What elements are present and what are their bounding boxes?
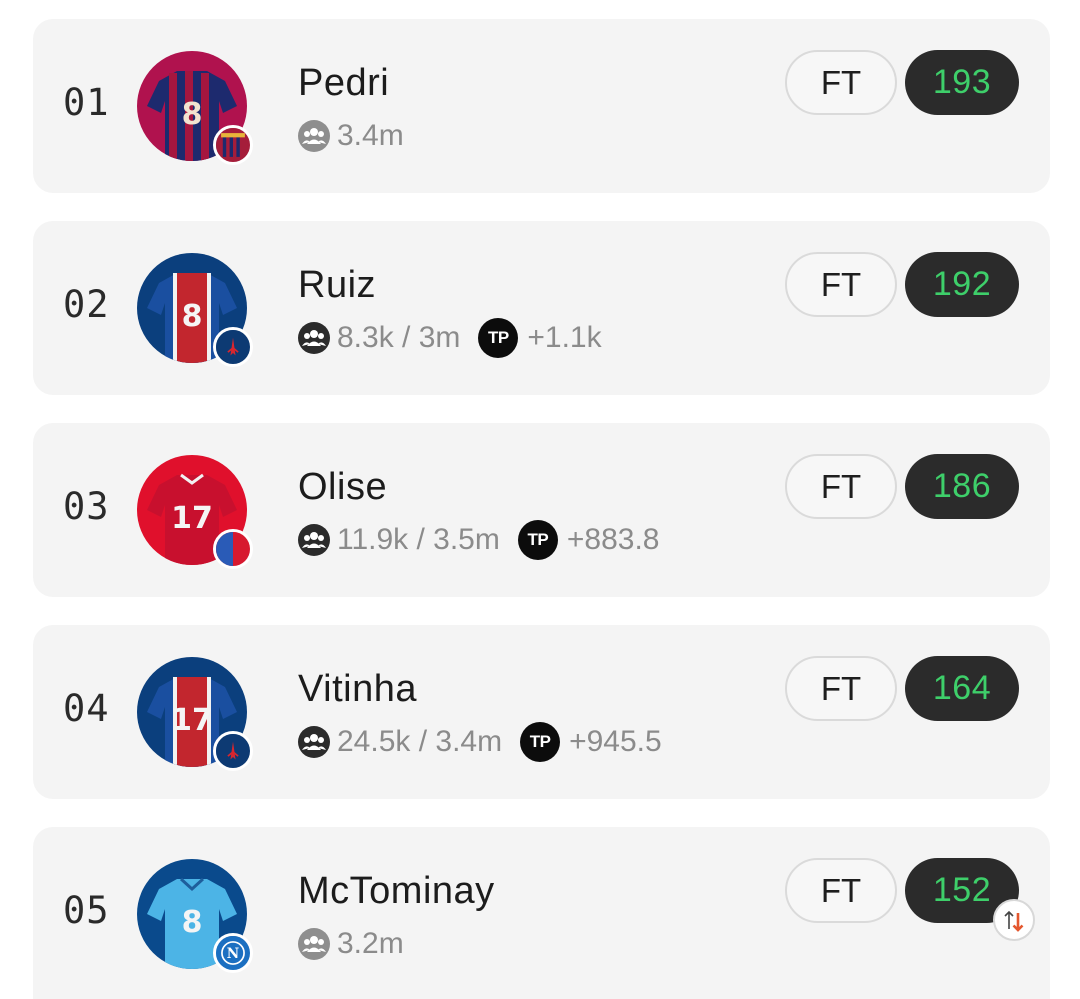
tp-badge-icon: TP [517,520,558,560]
kit-number: 17 [171,501,213,536]
player-avatar: 8 [137,51,253,165]
player-card[interactable]: 01 8 Pedri 3.4m FT 193 [33,19,1050,193]
users-icon [298,726,330,758]
player-card[interactable]: 02 8 Ruiz 8.3k / 3m TP +1.1k FT 192 [33,221,1050,395]
rank-number: 01 [63,81,110,124]
tp-value: +1.1k [527,321,602,354]
score-pill[interactable]: 192 [905,252,1019,317]
users-icon [298,120,330,152]
follower-count: 8.3k / 3m [337,321,461,354]
kit-number: 8 [182,299,203,334]
player-meta: 8.3k / 3m TP +1.1k [298,318,602,358]
player-name: Ruiz [298,264,377,306]
tp-badge-icon: TP [520,722,561,762]
kit-number: 8 [182,97,203,132]
player-name: Olise [298,466,388,508]
tp-badge-icon: TP [478,318,519,358]
tp-value: +945.5 [569,725,662,758]
follower-count: 11.9k / 3.5m [337,523,500,556]
match-status-pill[interactable]: FT [785,50,897,115]
player-name: McTominay [298,870,495,912]
kit-number: 17 [171,703,213,738]
bayern-crest-icon [213,529,253,569]
psg-crest-icon [213,327,253,367]
follower-count: 3.4m [337,119,404,152]
match-status-pill[interactable]: FT [785,454,897,519]
player-card[interactable]: 04 17 Vitinha 24.5k / 3.4m TP +945.5 FT … [33,625,1050,799]
users-icon [298,322,330,354]
napoli-crest-icon: N [213,933,253,973]
player-list: 01 8 Pedri 3.4m FT 193 02 8 Ruiz 8.3k / … [0,0,1080,999]
player-avatar: 17 [137,455,253,569]
player-name: Pedri [298,62,390,104]
player-avatar: 8 N [137,859,253,973]
player-meta: 3.4m [298,119,404,153]
score-pill[interactable]: 164 [905,656,1019,721]
player-card[interactable]: 03 17 Olise 11.9k / 3.5m TP +883.8 FT 18… [33,423,1050,597]
users-icon [298,524,330,556]
follower-count: 3.2m [337,927,404,960]
svg-text:N: N [227,946,239,962]
player-meta: 11.9k / 3.5m TP +883.8 [298,520,660,560]
rank-number: 02 [63,283,110,326]
tp-value: +883.8 [566,523,660,556]
psg-crest-icon [213,731,253,771]
match-status-pill[interactable]: FT [785,252,897,317]
follower-count: 24.5k / 3.4m [337,725,503,758]
player-meta: 24.5k / 3.4m TP +945.5 [298,722,662,762]
player-card[interactable]: 05 8 N McTominay 3.2m FT 152 [33,827,1050,999]
rank-number: 04 [63,687,110,730]
score-pill[interactable]: 193 [905,50,1019,115]
match-status-pill[interactable]: FT [785,858,897,923]
player-meta: 3.2m [298,927,404,961]
transfer-down-icon[interactable] [993,899,1035,941]
match-status-pill[interactable]: FT [785,656,897,721]
score-pill[interactable]: 186 [905,454,1019,519]
users-icon [298,928,330,960]
player-name: Vitinha [298,668,418,710]
barcelona-crest-icon [213,125,253,165]
kit-number: 8 [182,905,203,940]
rank-number: 05 [63,889,110,932]
player-avatar: 8 [137,253,253,367]
rank-number: 03 [63,485,110,528]
player-avatar: 17 [137,657,253,771]
